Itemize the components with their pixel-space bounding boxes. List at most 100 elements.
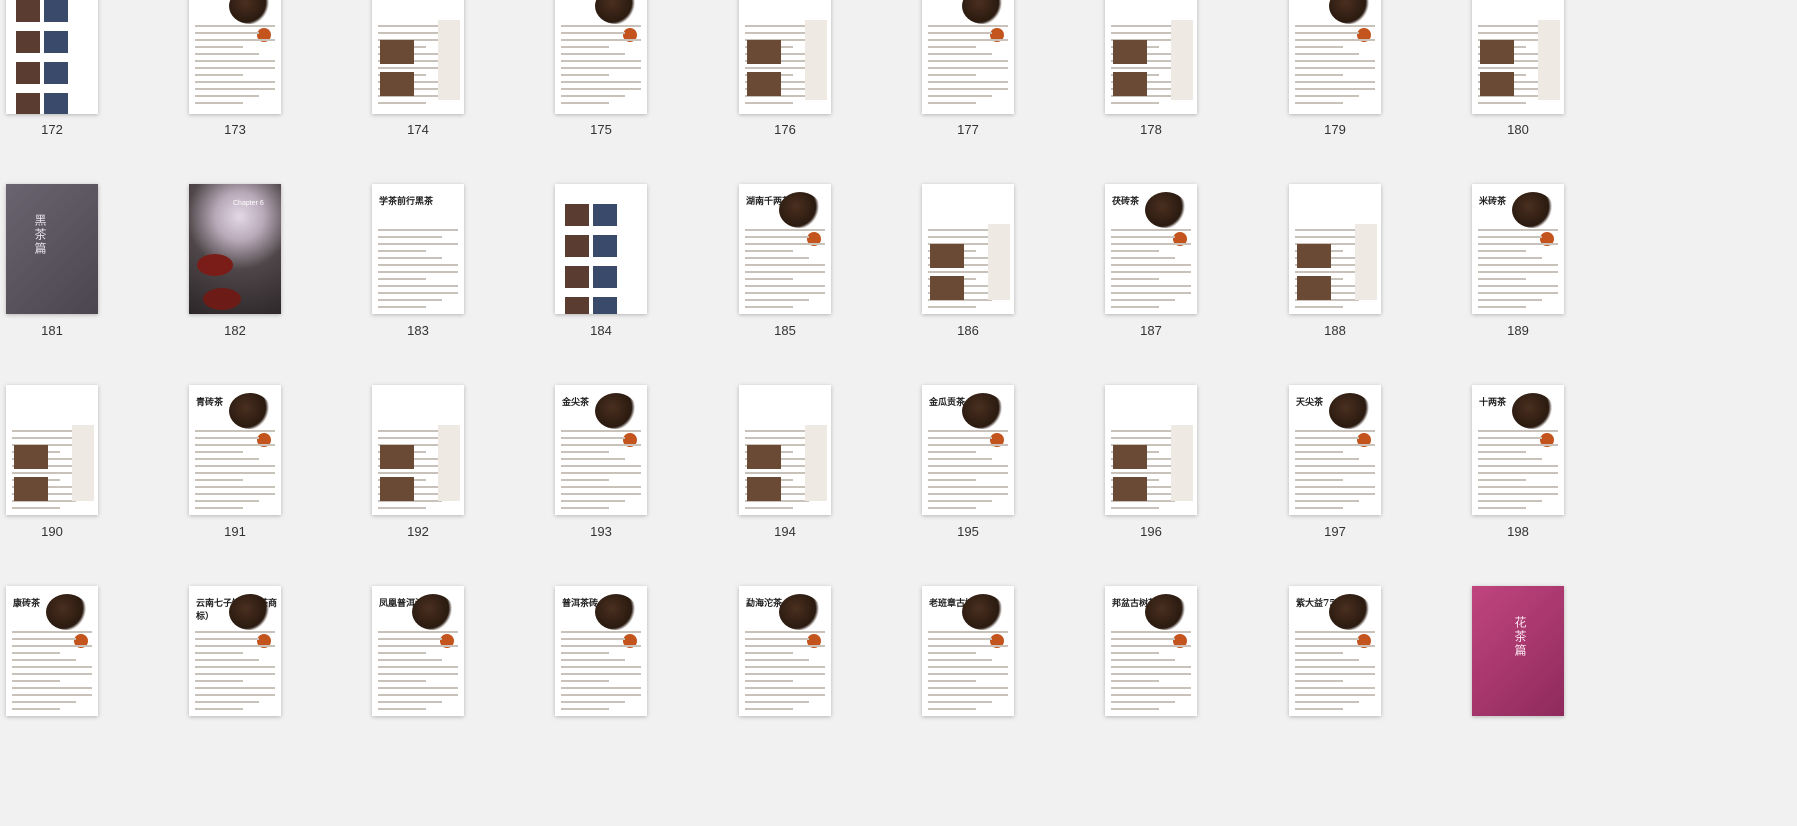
text-line bbox=[561, 645, 641, 647]
text-block bbox=[1478, 224, 1558, 308]
page-thumbnail[interactable]: 天尖茶 bbox=[1289, 385, 1381, 515]
text-line bbox=[1295, 673, 1375, 675]
page-thumbnail[interactable]: 勐海沱茶 bbox=[739, 586, 831, 716]
text-line bbox=[12, 708, 60, 710]
sidebar-column bbox=[988, 224, 1010, 300]
page-title: 普洱茶砖 bbox=[562, 599, 599, 609]
page-thumbnail[interactable]: 云南七子饼（中茶商标） bbox=[189, 586, 281, 716]
page-thumbnail[interactable]: 青砖茶 bbox=[189, 385, 281, 515]
tea-leaf-image bbox=[1329, 393, 1371, 429]
page-thumbnail[interactable]: 康砖茶 bbox=[6, 586, 98, 716]
text-line bbox=[1295, 507, 1343, 509]
text-block bbox=[195, 626, 275, 710]
text-line bbox=[1295, 458, 1359, 460]
text-block bbox=[928, 425, 1008, 509]
page-thumbnail[interactable]: 老班章古树茶 bbox=[922, 586, 1014, 716]
text-line bbox=[1478, 451, 1526, 453]
text-line bbox=[745, 299, 809, 301]
text-line bbox=[195, 680, 243, 682]
text-line bbox=[1111, 437, 1175, 439]
text-line bbox=[378, 638, 442, 640]
page-thumbnail[interactable]: 凤凰普洱沱茶 bbox=[372, 586, 464, 716]
photo bbox=[747, 477, 781, 501]
tea-cup-image bbox=[203, 288, 241, 310]
text-line bbox=[561, 444, 641, 446]
text-line bbox=[378, 236, 442, 238]
page-thumbnail-cell[interactable]: 康砖茶 bbox=[0, 0, 210, 716]
text-line bbox=[1478, 292, 1558, 294]
page-thumbnail[interactable]: 普洱茶砖 bbox=[555, 586, 647, 716]
page-title: 勐海沱茶 bbox=[746, 599, 783, 609]
text-line bbox=[378, 306, 426, 308]
text-line bbox=[195, 701, 259, 703]
text-line bbox=[195, 507, 243, 509]
page-thumbnail-cell[interactable]: 勐海沱茶 bbox=[733, 0, 943, 716]
text-line bbox=[378, 701, 442, 703]
text-line bbox=[928, 694, 1008, 696]
text-line bbox=[745, 645, 825, 647]
text-line bbox=[1111, 701, 1175, 703]
text-line bbox=[928, 236, 992, 238]
text-line bbox=[1111, 507, 1159, 509]
text-block bbox=[378, 626, 458, 710]
photo bbox=[1113, 445, 1147, 469]
page-thumbnail-cell[interactable]: 云南七子饼（中茶商标） bbox=[183, 0, 393, 716]
page-number-label: 194 bbox=[774, 524, 796, 539]
text-line bbox=[378, 687, 458, 689]
text-line bbox=[378, 285, 458, 287]
page-thumbnail[interactable]: 紫大益7542 bbox=[1289, 586, 1381, 716]
text-line bbox=[1295, 493, 1375, 495]
text-line bbox=[1478, 444, 1558, 446]
text-line bbox=[195, 493, 275, 495]
page-thumbnail[interactable]: 金瓜贡茶 bbox=[922, 385, 1014, 515]
text-line bbox=[195, 631, 275, 633]
page-thumbnail[interactable]: 金尖茶 bbox=[555, 385, 647, 515]
text-line bbox=[1111, 666, 1191, 668]
tea-leaf-image bbox=[229, 594, 271, 630]
page-thumbnail[interactable] bbox=[372, 385, 464, 515]
page-thumbnail[interactable]: 十两茶 bbox=[1472, 385, 1564, 515]
text-line bbox=[928, 680, 976, 682]
page-thumbnail[interactable] bbox=[739, 385, 831, 515]
text-line bbox=[561, 472, 641, 474]
page-thumbnail[interactable]: 花茶篇 bbox=[1472, 586, 1564, 716]
page-thumbnail-cell[interactable]: 凤凰普洱沱茶 bbox=[366, 0, 576, 716]
text-line bbox=[1478, 278, 1526, 280]
page-thumbnail[interactable] bbox=[1105, 385, 1197, 515]
page-thumbnail-cell[interactable]: 邦盆古树茶 bbox=[1099, 0, 1309, 716]
page-thumbnail-cell[interactable]: 普洱茶砖 bbox=[549, 0, 759, 716]
text-line bbox=[1478, 236, 1542, 238]
text-line bbox=[1111, 659, 1175, 661]
text-line bbox=[1478, 306, 1526, 308]
tea-leaf-image bbox=[1329, 594, 1371, 630]
text-line bbox=[745, 243, 825, 245]
text-line bbox=[561, 694, 641, 696]
text-block bbox=[1111, 626, 1191, 710]
tea-leaf-image bbox=[962, 594, 1004, 630]
text-line bbox=[1295, 652, 1343, 654]
text-line bbox=[928, 659, 992, 661]
text-line bbox=[1478, 437, 1542, 439]
page-thumbnail-cell[interactable]: 老班章古树茶 bbox=[916, 0, 1126, 716]
text-line bbox=[1111, 236, 1175, 238]
text-line bbox=[195, 708, 243, 710]
text-line bbox=[1295, 666, 1375, 668]
text-line bbox=[1111, 271, 1191, 273]
text-line bbox=[195, 479, 243, 481]
page-number-label: 186 bbox=[957, 323, 979, 338]
page-thumbnail-cell[interactable]: 花茶篇 bbox=[1466, 0, 1676, 716]
text-line bbox=[1111, 243, 1191, 245]
tea-leaf-image bbox=[1145, 594, 1187, 630]
tea-leaf-image bbox=[1512, 393, 1554, 429]
text-line bbox=[1295, 645, 1375, 647]
page-title: 天尖茶 bbox=[1296, 398, 1324, 408]
text-line bbox=[745, 250, 793, 252]
page-thumbnail[interactable]: 邦盆古树茶 bbox=[1105, 586, 1197, 716]
text-line bbox=[1478, 299, 1542, 301]
page-thumbnail-cell[interactable]: 紫大益7542 bbox=[1283, 0, 1493, 716]
text-line bbox=[195, 444, 275, 446]
text-line bbox=[12, 437, 76, 439]
page-thumbnail[interactable] bbox=[6, 385, 98, 515]
text-line bbox=[195, 451, 243, 453]
text-line bbox=[561, 701, 625, 703]
